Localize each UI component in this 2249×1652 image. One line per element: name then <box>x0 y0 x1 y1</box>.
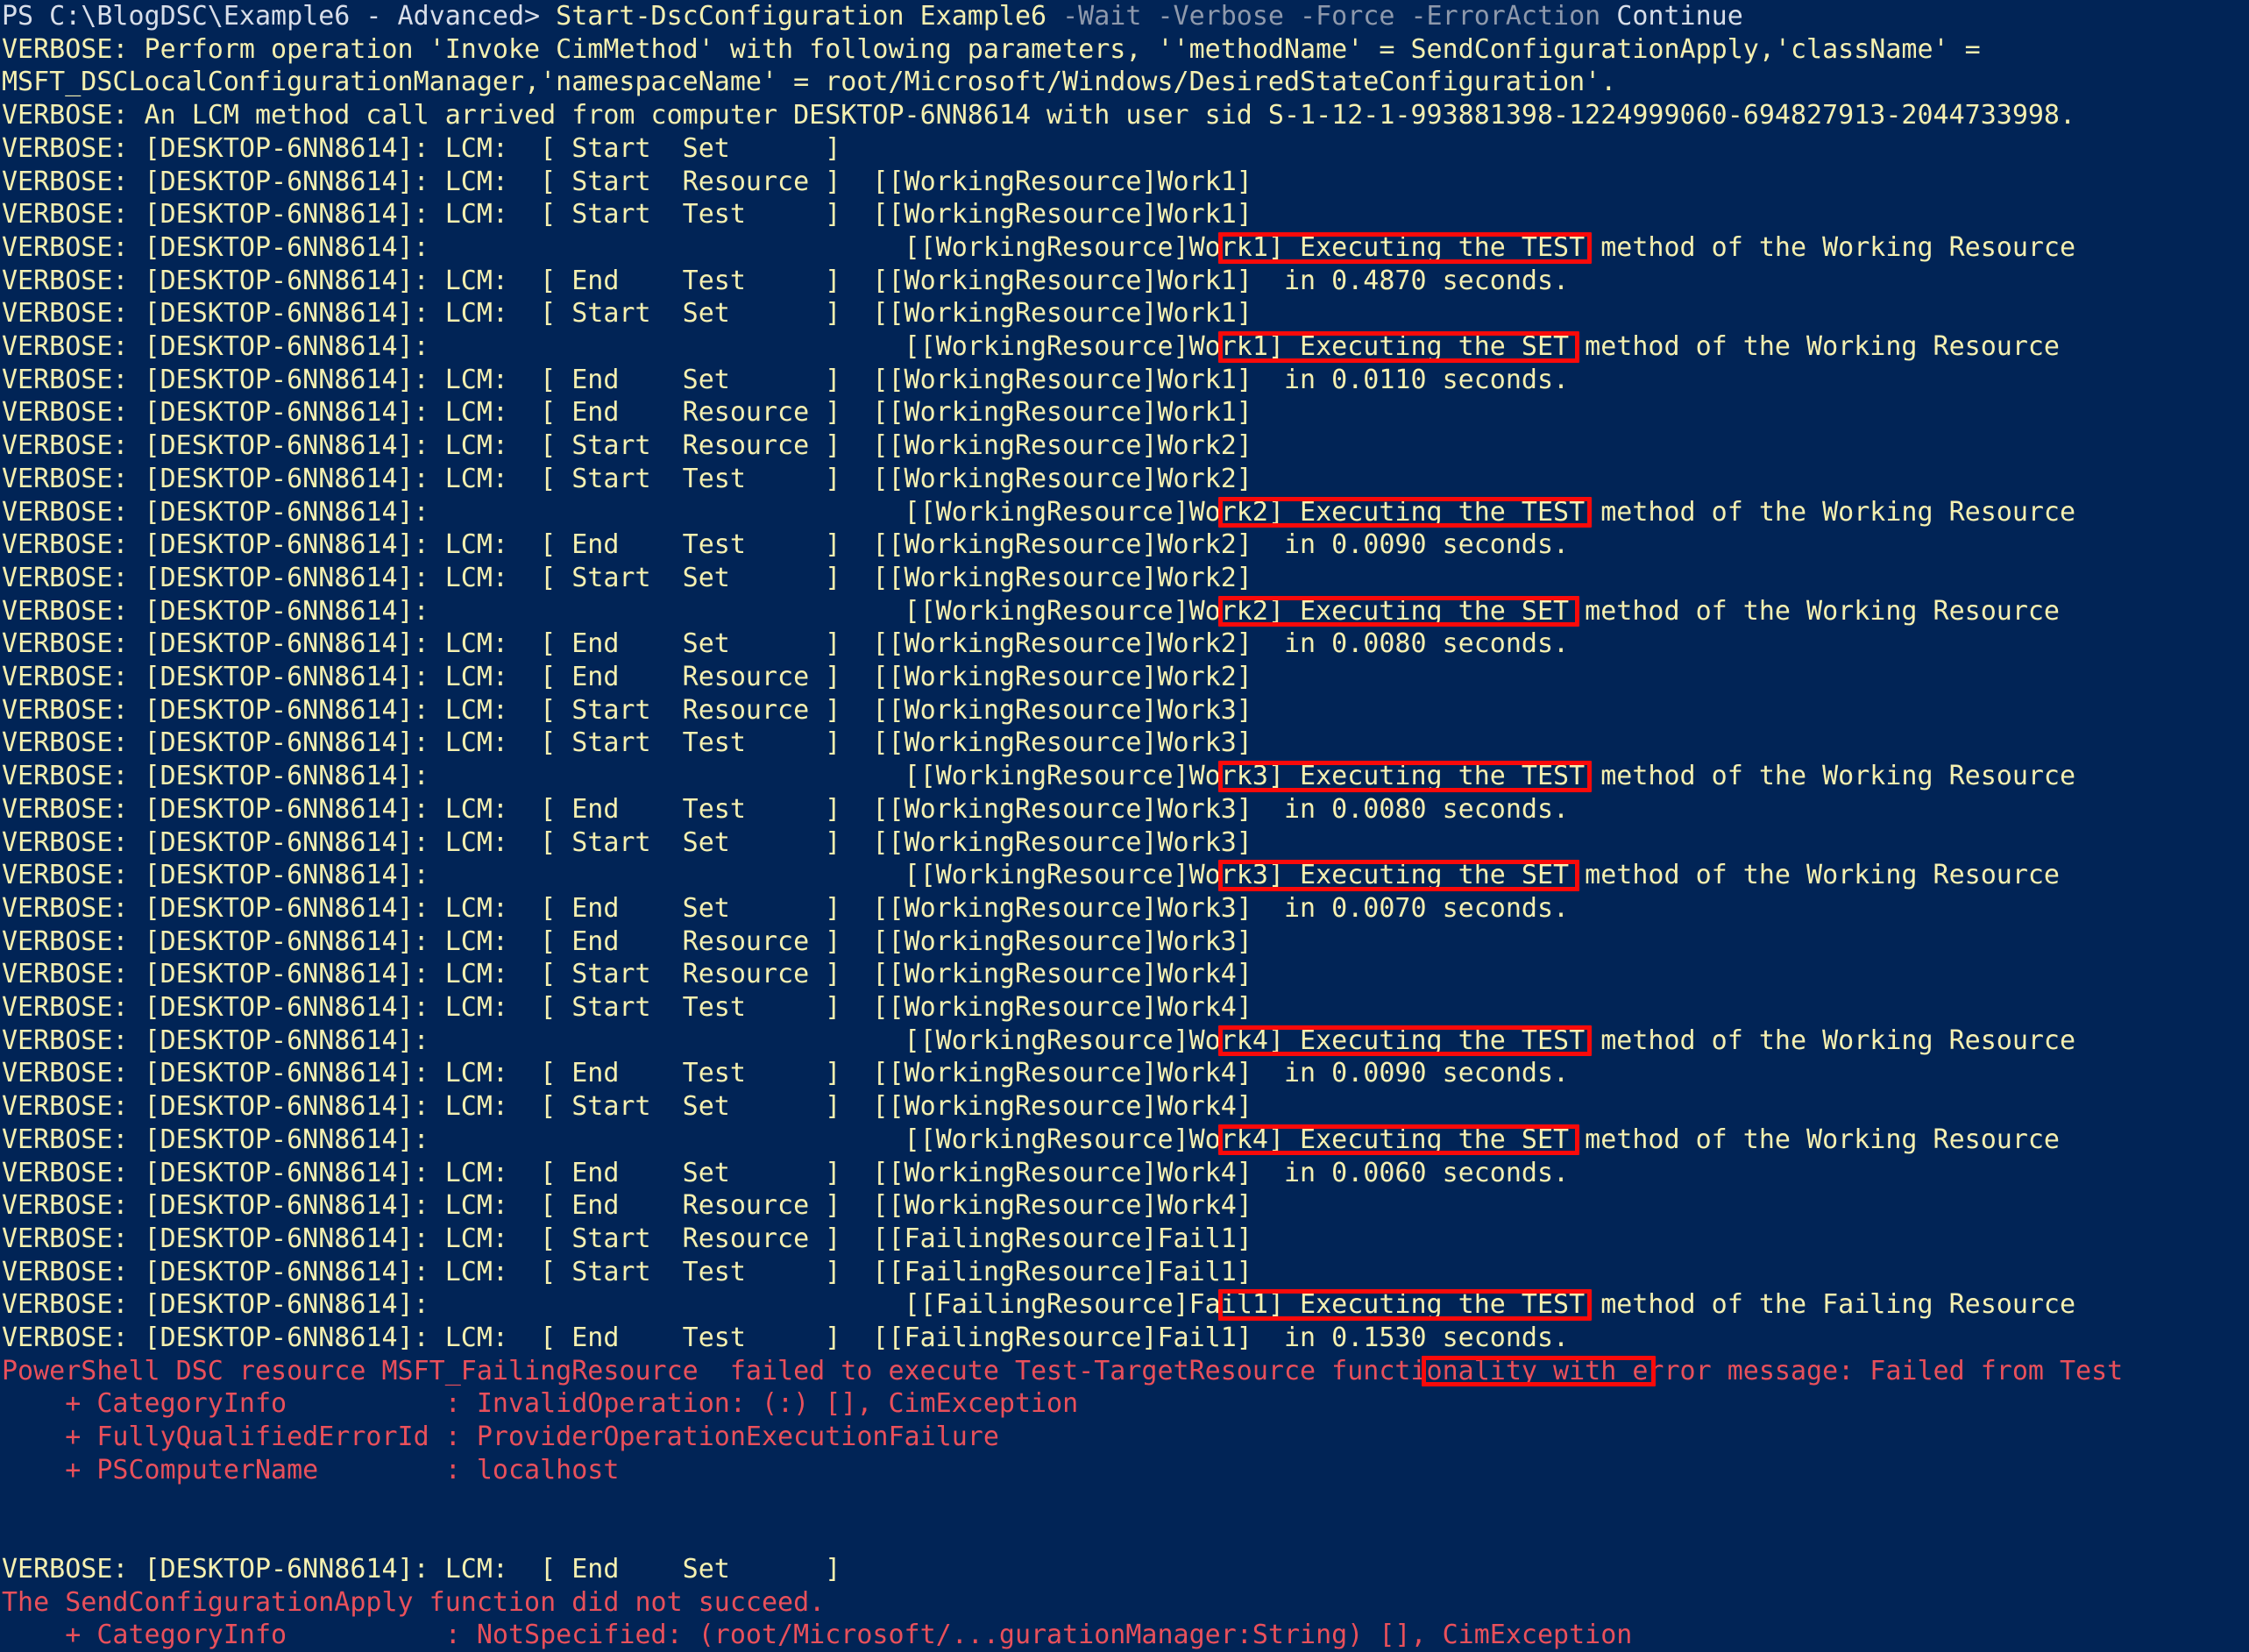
verbose-output-line: VERBOSE: An LCM method call arrived from… <box>2 100 2076 131</box>
verbose-output-line: VERBOSE: [DESKTOP-6NN8614]: LCM: [ Start… <box>2 826 1252 858</box>
verbose-output-line: VERBOSE: [DESKTOP-6NN8614]: LCM: [ Start… <box>2 1091 1252 1123</box>
verbose-output-line: VERBOSE: [DESKTOP-6NN8614]: LCM: [ Start… <box>2 132 841 164</box>
verbose-output-line: VERBOSE: [DESKTOP-6NN8614]: [[WorkingRes… <box>2 860 2060 891</box>
verbose-output-line: VERBOSE: [DESKTOP-6NN8614]: [[WorkingRes… <box>2 496 2076 528</box>
verbose-output-line: VERBOSE: [DESKTOP-6NN8614]: LCM: [ Start… <box>2 199 1252 230</box>
verbose-output-line: VERBOSE: [DESKTOP-6NN8614]: [[WorkingRes… <box>2 1025 2076 1056</box>
error-output-line: + PSComputerName : localhost <box>2 1454 620 1485</box>
verbose-output-line: VERBOSE: [DESKTOP-6NN8614]: LCM: [ End T… <box>2 1322 1570 1353</box>
verbose-output-line: VERBOSE: [DESKTOP-6NN8614]: [[WorkingRes… <box>2 331 2060 362</box>
verbose-output-line: VERBOSE: [DESKTOP-6NN8614]: [[FailingRes… <box>2 1289 2076 1321</box>
verbose-output-line: VERBOSE: [DESKTOP-6NN8614]: LCM: [ End R… <box>2 662 1252 692</box>
verbose-output-line: VERBOSE: [DESKTOP-6NN8614]: [[WorkingRes… <box>2 1124 2060 1155</box>
verbose-output-line: VERBOSE: [DESKTOP-6NN8614]: LCM: [ Start… <box>2 298 1252 330</box>
verbose-output-line: VERBOSE: [DESKTOP-6NN8614]: LCM: [ End S… <box>2 892 1570 924</box>
verbose-output-line: MSFT_DSCLocalConfigurationManager,'names… <box>2 67 1617 98</box>
verbose-output-line: VERBOSE: [DESKTOP-6NN8614]: [[WorkingRes… <box>2 595 2060 627</box>
verbose-output-line: VERBOSE: [DESKTOP-6NN8614]: LCM: [ Start… <box>2 1223 1252 1254</box>
verbose-output-line: VERBOSE: [DESKTOP-6NN8614]: LCM: [ End S… <box>2 1157 1570 1188</box>
verbose-output-line: VERBOSE: [DESKTOP-6NN8614]: LCM: [ Start… <box>2 562 1252 593</box>
prompt-command: Start-DscConfiguration Example6 <box>556 1 1063 32</box>
verbose-output-line: VERBOSE: [DESKTOP-6NN8614]: LCM: [ End T… <box>2 793 1570 825</box>
error-output-line: + FullyQualifiedErrorId : ProviderOperat… <box>2 1422 999 1453</box>
verbose-output-line: VERBOSE: [DESKTOP-6NN8614]: LCM: [ End R… <box>2 925 1252 957</box>
verbose-output-line: VERBOSE: [DESKTOP-6NN8614]: LCM: [ End R… <box>2 1190 1252 1222</box>
verbose-output-line: VERBOSE: [DESKTOP-6NN8614]: LCM: [ Start… <box>2 959 1252 990</box>
prompt-argument: Continue <box>1616 1 1743 32</box>
verbose-output-line: VERBOSE: [DESKTOP-6NN8614]: LCM: [ Start… <box>2 992 1252 1023</box>
verbose-output-line: VERBOSE: [DESKTOP-6NN8614]: [[WorkingRes… <box>2 231 2076 263</box>
verbose-output-line: VERBOSE: Perform operation 'Invoke CimMe… <box>2 33 1981 65</box>
powershell-console-window[interactable]: PS C:\BlogDSC\Example6 - Advanced> Start… <box>0 0 2249 1650</box>
verbose-output-line: VERBOSE: [DESKTOP-6NN8614]: LCM: [ Start… <box>2 166 1252 197</box>
verbose-output-line: VERBOSE: [DESKTOP-6NN8614]: LCM: [ Start… <box>2 694 1252 726</box>
verbose-output-line: VERBOSE: [DESKTOP-6NN8614]: LCM: [ Start… <box>2 463 1252 494</box>
verbose-output-line: VERBOSE: [DESKTOP-6NN8614]: LCM: [ End T… <box>2 1058 1570 1089</box>
verbose-output-line: VERBOSE: [DESKTOP-6NN8614]: LCM: [ End S… <box>2 364 1570 395</box>
verbose-output-line: VERBOSE: [DESKTOP-6NN8614]: LCM: [ End S… <box>2 628 1570 660</box>
verbose-output-line: VERBOSE: [DESKTOP-6NN8614]: LCM: [ Start… <box>2 1256 1252 1287</box>
prompt-path: PS C:\BlogDSC\Example6 - Advanced> <box>2 1 557 32</box>
verbose-output-line: VERBOSE: [DESKTOP-6NN8614]: LCM: [ End T… <box>2 529 1570 561</box>
verbose-output-line: VERBOSE: [DESKTOP-6NN8614]: LCM: [ End S… <box>2 1553 841 1585</box>
error-output-line: + CategoryInfo : NotSpecified: (root/Mic… <box>2 1620 1633 1651</box>
verbose-output-line: VERBOSE: [DESKTOP-6NN8614]: LCM: [ Start… <box>2 430 1252 462</box>
prompt-line: PS C:\BlogDSC\Example6 - Advanced> Start… <box>2 0 1743 33</box>
verbose-output-line: VERBOSE: [DESKTOP-6NN8614]: LCM: [ Start… <box>2 727 1252 759</box>
verbose-output-line: VERBOSE: [DESKTOP-6NN8614]: LCM: [ End T… <box>2 265 1570 296</box>
prompt-parameters: -Wait -Verbose -Force -ErrorAction <box>1062 1 1617 32</box>
error-output-line: + CategoryInfo : InvalidOperation: (:) [… <box>2 1388 1079 1420</box>
error-output-line: PowerShell DSC resource MSFT_FailingReso… <box>2 1355 2124 1386</box>
error-output-line: The SendConfigurationApply function did … <box>2 1586 826 1618</box>
verbose-output-line: VERBOSE: [DESKTOP-6NN8614]: LCM: [ End R… <box>2 397 1252 429</box>
verbose-output-line: VERBOSE: [DESKTOP-6NN8614]: [[WorkingRes… <box>2 761 2076 792</box>
